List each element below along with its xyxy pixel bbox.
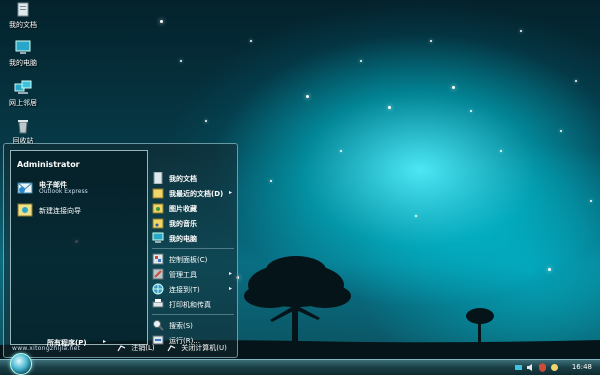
desktop-icon-network-places[interactable]: 网上邻居 xyxy=(0,80,46,108)
menu-item-my-documents[interactable]: 我的文档 xyxy=(152,171,236,186)
pinned-email[interactable]: 电子邮件 Outlook Express xyxy=(17,178,145,198)
clock[interactable]: 16:48 xyxy=(572,363,592,371)
menu-item-search[interactable]: 搜索(S) xyxy=(152,318,236,333)
logoff-button[interactable]: 注销(L) xyxy=(117,343,155,355)
volume-tray-icon[interactable] xyxy=(526,363,535,372)
menu-item-label: 控制面板(C) xyxy=(169,256,208,264)
menu-item-my-pictures[interactable]: 图片收藏 xyxy=(152,201,236,216)
search-icon xyxy=(153,320,164,331)
logoff-icon xyxy=(117,344,126,351)
menu-separator xyxy=(152,314,234,315)
menu-item-admin-tools[interactable]: 管理工具 ▸ xyxy=(152,267,236,282)
control-panel-icon xyxy=(152,253,164,265)
start-menu-footer: www.xitongzhijia.net 注销(L) 关闭计算机(U) xyxy=(4,341,237,357)
taskbar: 16:48 xyxy=(0,359,600,375)
menu-item-my-computer[interactable]: 我的电脑 xyxy=(152,231,236,246)
my-documents-icon xyxy=(17,2,29,17)
logoff-label: 注销(L) xyxy=(131,344,155,352)
shutdown-button[interactable]: 关闭计算机(U) xyxy=(167,343,227,355)
pinned-email-subtitle: Outlook Express xyxy=(39,188,88,195)
submenu-arrow-icon: ▸ xyxy=(228,270,232,277)
my-computer-icon xyxy=(15,40,31,54)
menu-item-connect-to[interactable]: 连接到(T) ▸ xyxy=(152,282,236,297)
security-tray-icon[interactable] xyxy=(538,363,547,372)
recycle-bin-icon xyxy=(18,120,28,134)
connect-to-icon xyxy=(152,283,164,295)
desktop-icon-recycle-bin[interactable]: 回收站 xyxy=(0,118,46,146)
pinned-connection-wizard[interactable]: 新建连接向导 xyxy=(17,200,145,220)
connection-wizard-icon xyxy=(17,203,33,217)
menu-item-label: 管理工具 xyxy=(169,271,197,279)
my-pictures-icon xyxy=(152,203,164,214)
recent-documents-icon xyxy=(152,188,164,199)
system-tray: 16:48 xyxy=(504,360,600,375)
desktop-icon-my-documents[interactable]: 我的文档 xyxy=(0,2,46,30)
start-menu: Administrator 电子邮件 Outlook Express 新建连接向… xyxy=(3,143,238,358)
menu-item-label: 图片收藏 xyxy=(169,205,197,213)
menu-item-label: 搜索(S) xyxy=(169,322,193,330)
start-button[interactable] xyxy=(10,353,32,375)
menu-item-label: 我的音乐 xyxy=(169,220,197,228)
menu-item-recent-documents[interactable]: 我最近的文档(D) ▸ xyxy=(152,186,236,201)
submenu-arrow-icon: ▸ xyxy=(228,285,232,292)
desktop-icon-my-computer[interactable]: 我的电脑 xyxy=(0,40,46,68)
menu-item-label: 我的文档 xyxy=(169,175,197,183)
my-music-icon xyxy=(152,218,164,229)
email-icon xyxy=(17,182,33,194)
desktop-icon-label: 我的电脑 xyxy=(9,59,37,67)
desktop-icon-label: 网上邻居 xyxy=(9,99,37,107)
start-menu-left-pane: Administrator 电子邮件 Outlook Express 新建连接向… xyxy=(10,150,148,347)
shutdown-icon xyxy=(167,344,176,351)
printers-faxes-icon xyxy=(152,299,164,308)
my-computer-icon xyxy=(152,232,164,243)
network-tray-icon[interactable] xyxy=(514,363,523,372)
menu-item-printers-faxes[interactable]: 打印机和传真 xyxy=(152,297,236,312)
menu-item-label: 打印机和传真 xyxy=(169,301,211,309)
menu-item-label: 我最近的文档(D) xyxy=(169,190,224,198)
update-tray-icon[interactable] xyxy=(550,363,559,372)
desktop-icon-label: 我的文档 xyxy=(9,21,37,29)
menu-item-control-panel[interactable]: 控制面板(C) xyxy=(152,252,236,267)
network-places-icon xyxy=(14,80,32,94)
pinned-connection-wizard-label: 新建连接向导 xyxy=(39,207,81,215)
submenu-arrow-icon: ▸ xyxy=(228,189,232,196)
menu-item-label: 连接到(T) xyxy=(169,286,200,294)
menu-item-label: 我的电脑 xyxy=(169,235,197,243)
menu-separator xyxy=(152,248,234,249)
user-name: Administrator xyxy=(17,160,80,169)
menu-item-my-music[interactable]: 我的音乐 xyxy=(152,216,236,231)
watermark-text: www.xitongzhijia.net xyxy=(12,345,81,352)
admin-tools-icon xyxy=(152,268,164,280)
my-documents-icon xyxy=(153,172,163,184)
shutdown-label: 关闭计算机(U) xyxy=(181,344,227,352)
